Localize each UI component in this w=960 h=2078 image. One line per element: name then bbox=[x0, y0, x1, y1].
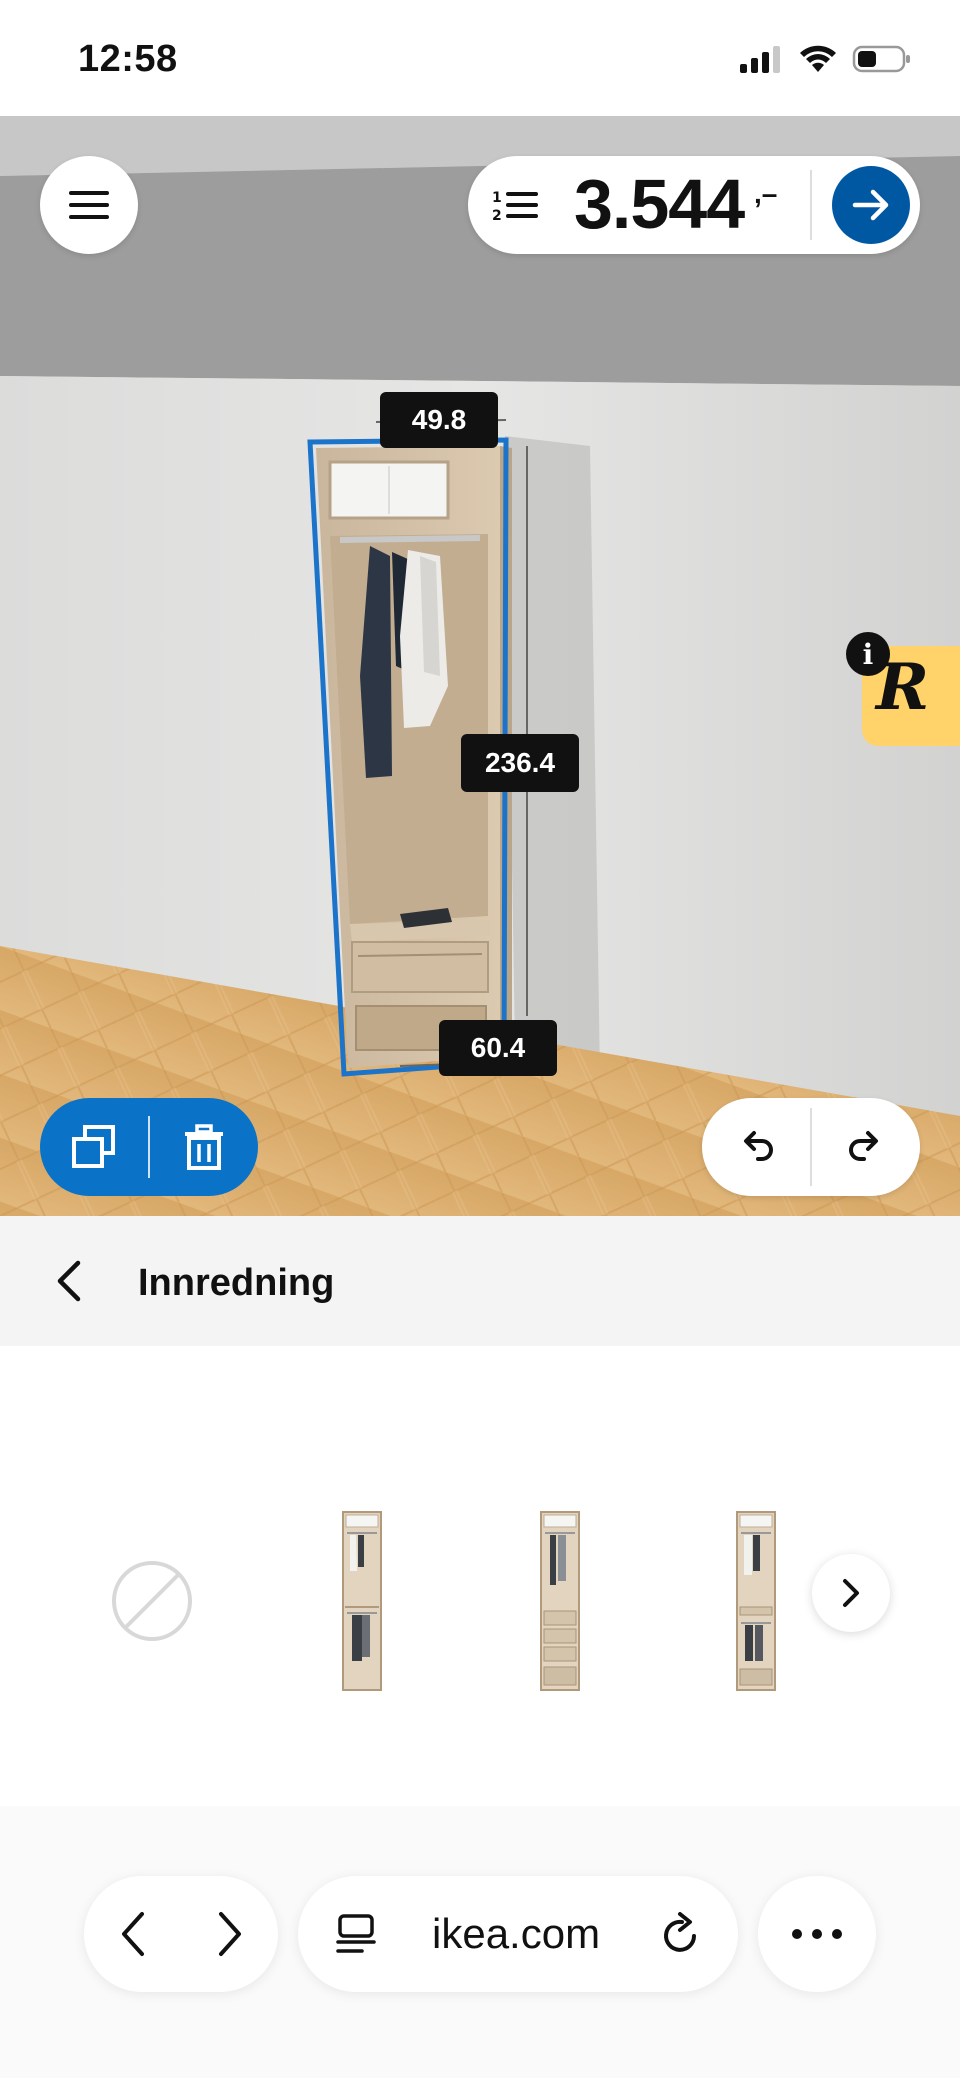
redo-button[interactable] bbox=[812, 1098, 920, 1196]
section-header: Innredning bbox=[0, 1216, 960, 1346]
status-time: 12:58 bbox=[78, 38, 178, 80]
edit-actions-pill bbox=[40, 1098, 258, 1196]
depth-dimension-label: 60.4 bbox=[439, 1020, 557, 1076]
wardrobe-3d-view[interactable]: 1 2 3.544 ,– 49.8 236.4 60.4 R i bbox=[0, 116, 960, 1216]
browser-nav-pill bbox=[84, 1876, 278, 1992]
more-icon bbox=[792, 1929, 842, 1939]
browser-back-button[interactable] bbox=[84, 1876, 181, 1992]
wifi-icon bbox=[800, 45, 836, 72]
back-button[interactable] bbox=[40, 1252, 98, 1310]
width-dimension-label: 49.8 bbox=[380, 392, 498, 448]
section-title: Innredning bbox=[138, 1262, 335, 1304]
price-summary-pill[interactable]: 1 2 3.544 ,– bbox=[468, 156, 920, 254]
numbered-list-icon: 1 2 bbox=[492, 190, 538, 224]
chevron-left-icon bbox=[121, 1912, 144, 1956]
status-icons bbox=[738, 44, 912, 74]
chevron-right-icon bbox=[218, 1912, 241, 1956]
redo-icon bbox=[849, 1131, 878, 1161]
arrow-right-icon bbox=[852, 189, 889, 221]
wardrobe-interior-thumbnail bbox=[342, 1511, 382, 1691]
prohibited-icon bbox=[112, 1561, 192, 1641]
wardrobe-interior-thumbnail bbox=[540, 1511, 580, 1691]
reader-icon bbox=[336, 1914, 376, 1953]
browser-forward-button[interactable] bbox=[181, 1876, 278, 1992]
undo-button[interactable] bbox=[702, 1098, 810, 1196]
chevron-left-icon bbox=[57, 1260, 81, 1302]
undo-icon bbox=[744, 1131, 773, 1161]
total-price: 3.544 bbox=[574, 165, 745, 243]
duplicate-button[interactable] bbox=[40, 1098, 148, 1196]
option-interior-2[interactable] bbox=[480, 1486, 640, 1716]
battery-icon bbox=[852, 45, 910, 73]
browser-toolbar: ikea.com bbox=[0, 1806, 960, 2078]
info-icon[interactable]: i bbox=[846, 632, 890, 676]
price-suffix: ,– bbox=[754, 178, 778, 209]
carousel-next-button[interactable] bbox=[812, 1554, 890, 1632]
height-dimension-label: 236.4 bbox=[461, 734, 579, 792]
address-bar[interactable]: ikea.com bbox=[298, 1876, 738, 1992]
status-bar: 12:58 bbox=[0, 0, 960, 116]
price-divider bbox=[810, 170, 812, 240]
menu-button[interactable] bbox=[40, 156, 138, 254]
delete-button[interactable] bbox=[150, 1098, 258, 1196]
wardrobe-interior-thumbnail bbox=[736, 1511, 776, 1691]
chevron-right-icon bbox=[843, 1579, 859, 1607]
trash-icon bbox=[185, 1124, 223, 1170]
svg-text:1: 1 bbox=[492, 190, 502, 206]
url-text: ikea.com bbox=[432, 1910, 601, 1957]
reload-icon[interactable] bbox=[660, 1910, 704, 1958]
checkout-button[interactable] bbox=[832, 166, 910, 244]
option-none[interactable] bbox=[72, 1486, 232, 1716]
interior-options-carousel bbox=[0, 1346, 960, 1806]
hamburger-icon bbox=[69, 191, 109, 219]
svg-text:2: 2 bbox=[492, 208, 502, 224]
duplicate-icon bbox=[72, 1125, 115, 1168]
option-interior-1[interactable] bbox=[282, 1486, 442, 1716]
cellular-signal-icon bbox=[740, 46, 780, 73]
undo-redo-pill bbox=[702, 1098, 920, 1196]
browser-more-button[interactable] bbox=[758, 1876, 876, 1992]
